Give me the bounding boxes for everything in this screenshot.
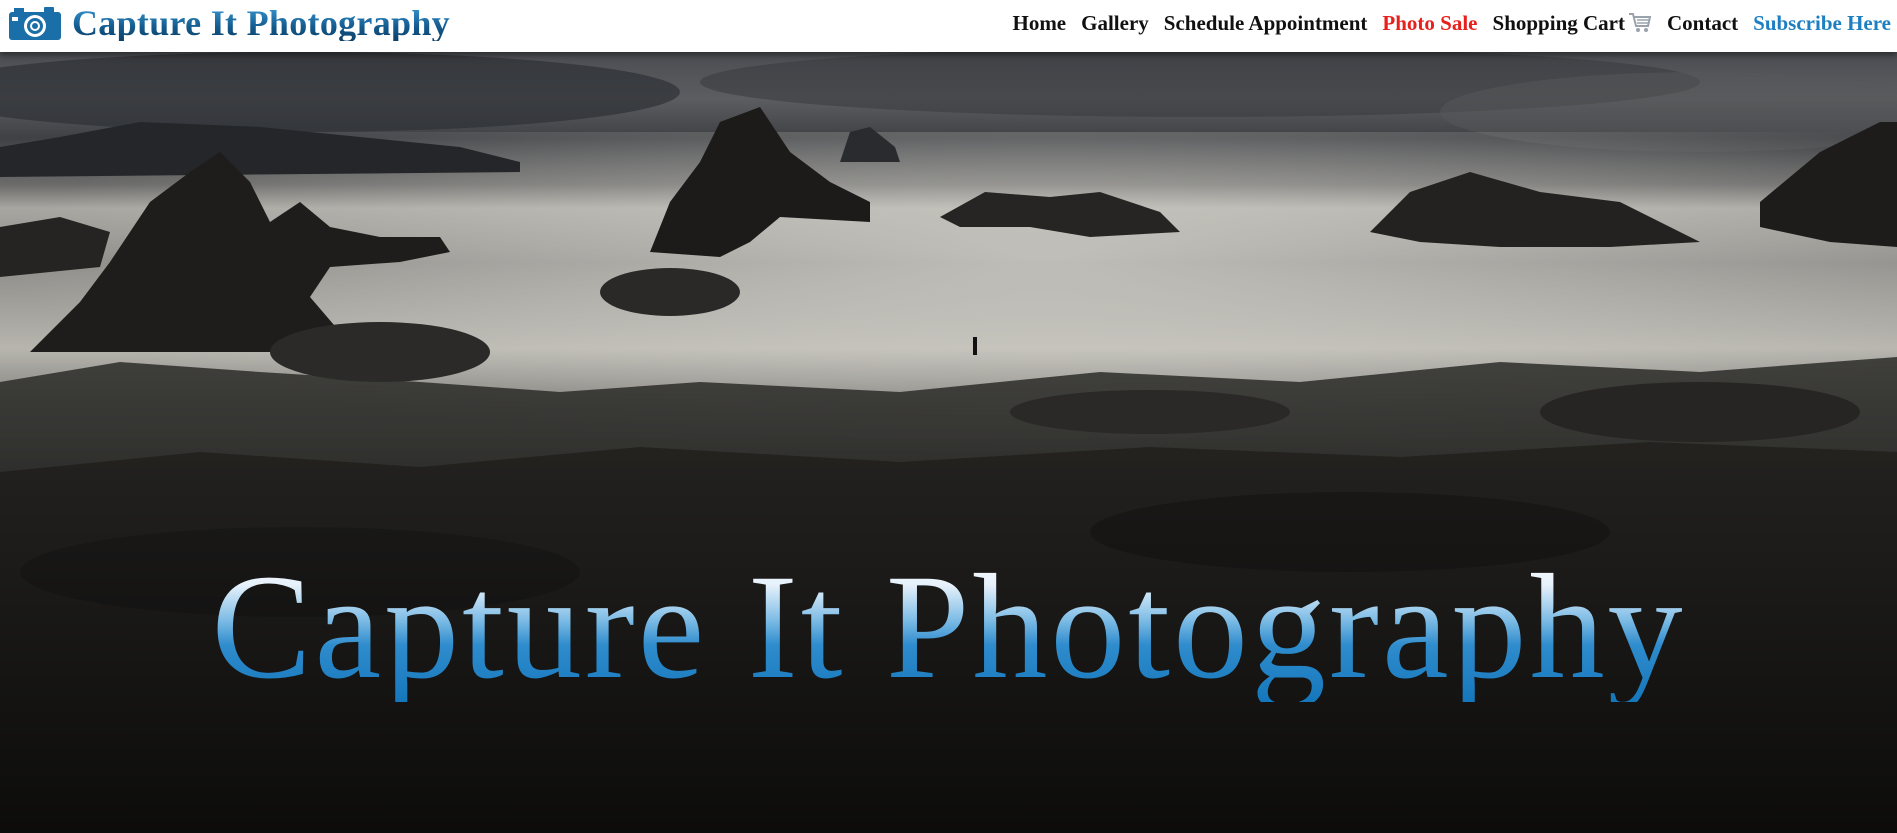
nav-shopping-cart-label: Shopping Cart	[1492, 10, 1625, 35]
nav-home[interactable]: Home	[1012, 11, 1066, 36]
camera-icon	[9, 7, 61, 40]
nav-photo-sale[interactable]: Photo Sale	[1382, 11, 1477, 36]
nav-contact[interactable]: Contact	[1667, 11, 1738, 36]
top-navbar: Capture It Photography Home Gallery Sche…	[0, 0, 1897, 52]
brand[interactable]: Capture It Photography	[8, 0, 450, 46]
shopping-cart-icon	[1628, 13, 1652, 32]
brand-title[interactable]: Capture It Photography	[72, 5, 450, 41]
nav-subscribe[interactable]: Subscribe Here	[1753, 11, 1891, 36]
nav-gallery[interactable]: Gallery	[1081, 11, 1149, 36]
hero-banner: Capture It Photography	[0, 52, 1897, 833]
main-nav: Home Gallery Schedule Appointment Photo …	[997, 0, 1891, 46]
hero-title: Capture It Photography	[0, 552, 1897, 702]
nav-shopping-cart[interactable]: Shopping Cart	[1493, 11, 1652, 36]
hero-coastline-image	[0, 52, 1897, 833]
nav-schedule-appointment[interactable]: Schedule Appointment	[1164, 11, 1368, 36]
